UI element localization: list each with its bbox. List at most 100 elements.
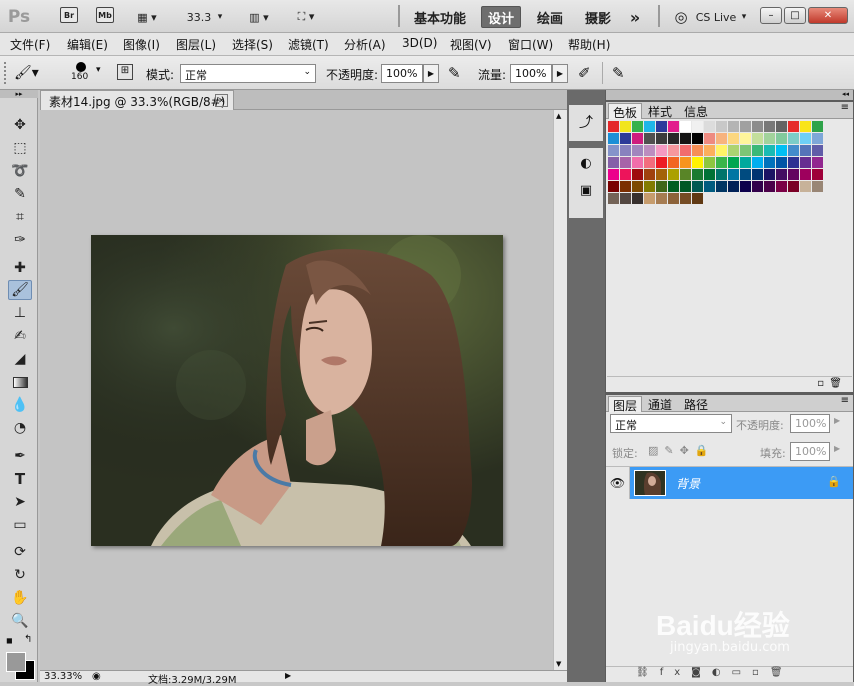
swatch[interactable]	[692, 145, 703, 156]
swatch[interactable]	[776, 181, 787, 192]
swatch[interactable]	[692, 133, 703, 144]
swatch[interactable]	[620, 133, 631, 144]
swatch[interactable]	[740, 157, 751, 168]
swatch[interactable]	[752, 145, 763, 156]
layer-blend-select[interactable]: 正常 ⌄	[610, 414, 732, 433]
swatch[interactable]	[680, 193, 691, 204]
swatch[interactable]	[704, 145, 715, 156]
brush-size[interactable]: 160	[71, 72, 88, 82]
zoom-level[interactable]: 33.3	[186, 7, 212, 27]
clone-source-icon[interactable]: ▣	[569, 183, 603, 198]
marquee-icon[interactable]: ⬚	[8, 138, 32, 158]
layers-menu-icon[interactable]: ≡	[841, 395, 849, 406]
swatch[interactable]	[800, 181, 811, 192]
layer-row[interactable]: 👁 背景 🔒	[606, 467, 853, 499]
menu-layer[interactable]: 图层(L)	[176, 36, 216, 53]
swatch[interactable]	[668, 133, 679, 144]
swatch[interactable]	[788, 181, 799, 192]
lasso-icon[interactable]: ➰	[8, 161, 32, 181]
swatch[interactable]	[680, 133, 691, 144]
cs-live-icon[interactable]: ◎	[672, 7, 690, 27]
swatch[interactable]	[704, 121, 715, 132]
menu-image[interactable]: 图像(I)	[123, 36, 160, 53]
swatch[interactable]	[716, 121, 727, 132]
document-image[interactable]	[91, 235, 503, 546]
dodge-icon[interactable]: ◔	[8, 418, 32, 438]
swatch[interactable]	[776, 145, 787, 156]
swatch[interactable]	[692, 121, 703, 132]
swatch[interactable]	[692, 181, 703, 192]
new-layer-icon[interactable]: ▫	[752, 667, 770, 678]
swatch[interactable]	[800, 121, 811, 132]
swatch[interactable]	[668, 145, 679, 156]
swatch[interactable]	[740, 145, 751, 156]
swatch[interactable]	[632, 157, 643, 168]
menu-filter[interactable]: 滤镜(T)	[288, 36, 329, 53]
swatch[interactable]	[656, 169, 667, 180]
menu-select[interactable]: 选择(S)	[232, 36, 273, 53]
menu-help[interactable]: 帮助(H)	[568, 36, 610, 53]
tab-paths[interactable]: 路径	[680, 396, 712, 412]
airbrush-icon[interactable]: ✐	[578, 64, 591, 82]
menu-view[interactable]: 视图(V)	[450, 36, 492, 53]
swatch[interactable]	[620, 181, 631, 192]
swatch[interactable]	[800, 157, 811, 168]
swatches-menu-icon[interactable]: ≡	[841, 102, 849, 113]
swatch[interactable]	[644, 133, 655, 144]
swatch[interactable]	[608, 169, 619, 180]
tablet-size-icon[interactable]: ✎	[612, 64, 625, 82]
swatch[interactable]	[752, 133, 763, 144]
minimize-button[interactable]: –	[760, 7, 782, 24]
mode-select[interactable]: 正常 ⌄	[180, 64, 316, 83]
swatch[interactable]	[740, 133, 751, 144]
screen-mode-icon[interactable]: ⛶ ▾	[288, 7, 324, 27]
swatch[interactable]	[800, 169, 811, 180]
swatch[interactable]	[740, 121, 751, 132]
swatch[interactable]	[716, 133, 727, 144]
shape-icon[interactable]: ▭	[8, 515, 32, 535]
swatch[interactable]	[776, 169, 787, 180]
swatch[interactable]	[764, 157, 775, 168]
swatch[interactable]	[764, 133, 775, 144]
3d-rotate-icon[interactable]: ⟳	[8, 542, 32, 562]
cs-live-label[interactable]: CS Live	[694, 7, 738, 27]
swatch[interactable]	[728, 133, 739, 144]
flow-slider-icon[interactable]: ▶	[552, 64, 568, 83]
swatch[interactable]	[620, 193, 631, 204]
view-extras-icon[interactable]: ▦ ▾	[130, 7, 164, 27]
swatch[interactable]	[644, 181, 655, 192]
swatch[interactable]	[728, 169, 739, 180]
swatch[interactable]	[668, 169, 679, 180]
layer-name[interactable]: 背景	[676, 475, 700, 492]
swatch[interactable]	[608, 157, 619, 168]
eyedropper-icon[interactable]: ✑	[8, 230, 32, 250]
swatch[interactable]	[740, 181, 751, 192]
delete-swatch-icon[interactable]: 🗑	[829, 378, 842, 389]
swatch[interactable]	[812, 157, 823, 168]
vertical-scrollbar[interactable]: ▲ ▼	[553, 110, 567, 670]
arrange-documents-icon[interactable]: ▥ ▾	[242, 7, 276, 27]
swatch[interactable]	[632, 193, 643, 204]
opacity-input[interactable]: 100%	[381, 64, 423, 83]
swatch[interactable]	[608, 193, 619, 204]
move-icon[interactable]: ✥	[8, 115, 32, 135]
swatch[interactable]	[788, 169, 799, 180]
cs-live-dropdown-icon[interactable]: ▾	[738, 7, 750, 27]
swatch[interactable]	[692, 193, 703, 204]
brush-icon[interactable]: 🖌	[8, 280, 32, 300]
swatch[interactable]	[668, 193, 679, 204]
eraser-icon[interactable]: ◢	[8, 349, 32, 369]
swatch[interactable]	[728, 181, 739, 192]
stamp-icon[interactable]: ⊥	[8, 303, 32, 323]
swatch[interactable]	[656, 133, 667, 144]
swatch[interactable]	[752, 157, 763, 168]
group-icon[interactable]: ▭	[732, 667, 752, 678]
pen-icon[interactable]: ✒	[8, 446, 32, 466]
tool-preset-icon[interactable]: 🖌▾	[14, 62, 54, 84]
canvas-area[interactable]	[40, 110, 553, 670]
swatch[interactable]	[680, 145, 691, 156]
quick-select-icon[interactable]: ✎	[8, 184, 32, 204]
ws-essentials[interactable]: 基本功能	[410, 6, 470, 28]
swatch[interactable]	[656, 121, 667, 132]
swatch[interactable]	[680, 121, 691, 132]
